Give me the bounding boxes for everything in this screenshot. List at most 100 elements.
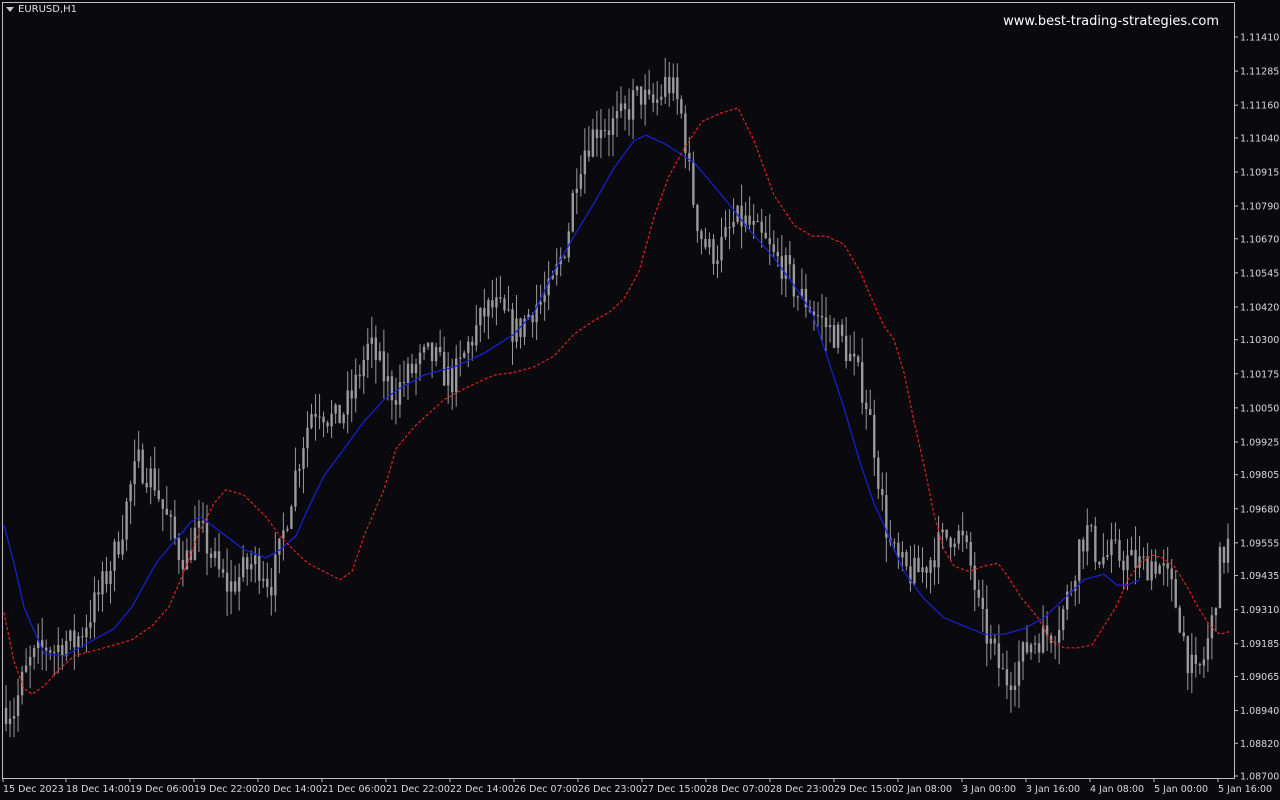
candle bbox=[137, 430, 140, 469]
candle bbox=[1070, 581, 1073, 597]
x-tick-label: 21 Dec 22:00 bbox=[386, 784, 450, 795]
candle bbox=[318, 393, 321, 430]
candle bbox=[993, 634, 997, 656]
candle bbox=[245, 553, 249, 586]
candle bbox=[856, 354, 860, 367]
candle bbox=[89, 600, 92, 639]
candle bbox=[153, 446, 156, 497]
candle bbox=[278, 537, 281, 574]
candle bbox=[12, 697, 16, 738]
candle bbox=[599, 108, 603, 159]
candle bbox=[1186, 635, 1189, 690]
candle bbox=[1146, 542, 1149, 581]
chevron-down-icon[interactable] bbox=[6, 7, 14, 12]
candle bbox=[1218, 542, 1222, 609]
candle bbox=[1198, 662, 1202, 675]
candle bbox=[973, 552, 976, 612]
time-axis: 15 Dec 2023 18 Dec 14:00 19 Dec 06:00 19 De… bbox=[2, 778, 1272, 795]
candle bbox=[639, 86, 643, 119]
candle bbox=[531, 312, 534, 338]
candle bbox=[885, 472, 888, 563]
candle bbox=[1009, 671, 1013, 713]
candle bbox=[1086, 508, 1089, 566]
candle bbox=[840, 319, 844, 343]
candle bbox=[221, 558, 225, 578]
candle bbox=[105, 556, 108, 593]
y-tick-label: 1.10175 bbox=[1240, 369, 1279, 380]
x-tick-label: 18 Dec 14:00 bbox=[66, 784, 130, 795]
candle bbox=[169, 509, 173, 541]
candle bbox=[57, 627, 60, 674]
candle bbox=[1037, 633, 1041, 663]
candle bbox=[471, 336, 474, 361]
chart-window[interactable]: 1.11410 1.11285 1.11160 1.11040 1.10915 1.107… bbox=[0, 0, 1280, 800]
candle bbox=[366, 328, 369, 378]
candle bbox=[1029, 642, 1033, 660]
x-tick-label: 19 Dec 06:00 bbox=[130, 784, 194, 795]
candle bbox=[917, 545, 920, 573]
candle bbox=[712, 234, 715, 275]
candle bbox=[93, 576, 96, 638]
candle bbox=[237, 563, 241, 611]
candle bbox=[36, 623, 40, 664]
x-tick-label: 29 Dec 15:00 bbox=[834, 784, 898, 795]
candle bbox=[635, 85, 639, 96]
x-tick-label: 4 Jan 08:00 bbox=[1090, 784, 1144, 795]
x-tick-label: 28 Dec 23:00 bbox=[770, 784, 834, 795]
candle bbox=[1114, 522, 1117, 544]
x-tick-label: 21 Dec 06:00 bbox=[322, 784, 386, 795]
y-tick-label: 1.11410 bbox=[1240, 33, 1279, 44]
candle bbox=[1078, 538, 1081, 604]
candle bbox=[535, 284, 538, 341]
candle bbox=[571, 189, 574, 233]
candle bbox=[418, 344, 422, 381]
price-chart[interactable]: 1.11410 1.11285 1.11160 1.11040 1.10915 1.107… bbox=[0, 0, 1280, 800]
candle bbox=[426, 342, 430, 350]
candle bbox=[354, 358, 357, 413]
candle bbox=[969, 532, 972, 581]
y-tick-label: 1.09680 bbox=[1240, 504, 1279, 515]
candle bbox=[1082, 537, 1085, 570]
symbol-title-text: EURUSD,H1 bbox=[18, 4, 78, 15]
candle bbox=[1098, 561, 1101, 569]
candle bbox=[8, 700, 12, 738]
y-tick-label: 1.08820 bbox=[1240, 739, 1279, 750]
candle bbox=[370, 316, 373, 369]
symbol-title[interactable]: EURUSD,H1 bbox=[6, 4, 77, 15]
candle bbox=[1106, 539, 1109, 561]
candle bbox=[209, 547, 213, 568]
candle bbox=[563, 255, 566, 260]
candle bbox=[788, 241, 792, 280]
x-tick-label: 26 Dec 23:00 bbox=[578, 784, 642, 795]
candle bbox=[772, 230, 775, 258]
candle bbox=[869, 389, 872, 416]
y-tick-label: 1.09065 bbox=[1240, 672, 1279, 683]
candle bbox=[442, 336, 446, 386]
candle bbox=[161, 499, 164, 532]
candle bbox=[905, 549, 908, 571]
candle bbox=[479, 306, 482, 343]
x-tick-label: 27 Dec 15:00 bbox=[642, 784, 706, 795]
candle bbox=[1222, 546, 1226, 574]
candle bbox=[515, 294, 518, 349]
candle bbox=[941, 522, 944, 549]
candle bbox=[619, 86, 623, 119]
candle bbox=[85, 614, 88, 653]
candle bbox=[575, 168, 579, 215]
candle bbox=[824, 297, 828, 352]
candle bbox=[113, 538, 116, 591]
x-tick-label: 5 Jan 00:00 bbox=[1154, 784, 1208, 795]
candle bbox=[1013, 662, 1017, 707]
x-tick-label: 3 Jan 16:00 bbox=[1026, 784, 1080, 795]
candle bbox=[543, 271, 546, 321]
candle bbox=[197, 499, 201, 553]
candle bbox=[129, 480, 132, 525]
candle bbox=[483, 288, 486, 333]
candle bbox=[1174, 570, 1177, 609]
candle bbox=[583, 128, 587, 194]
candle bbox=[716, 245, 719, 279]
candle bbox=[961, 512, 964, 553]
candle bbox=[832, 318, 836, 349]
candle bbox=[306, 411, 309, 468]
candle bbox=[981, 579, 984, 632]
